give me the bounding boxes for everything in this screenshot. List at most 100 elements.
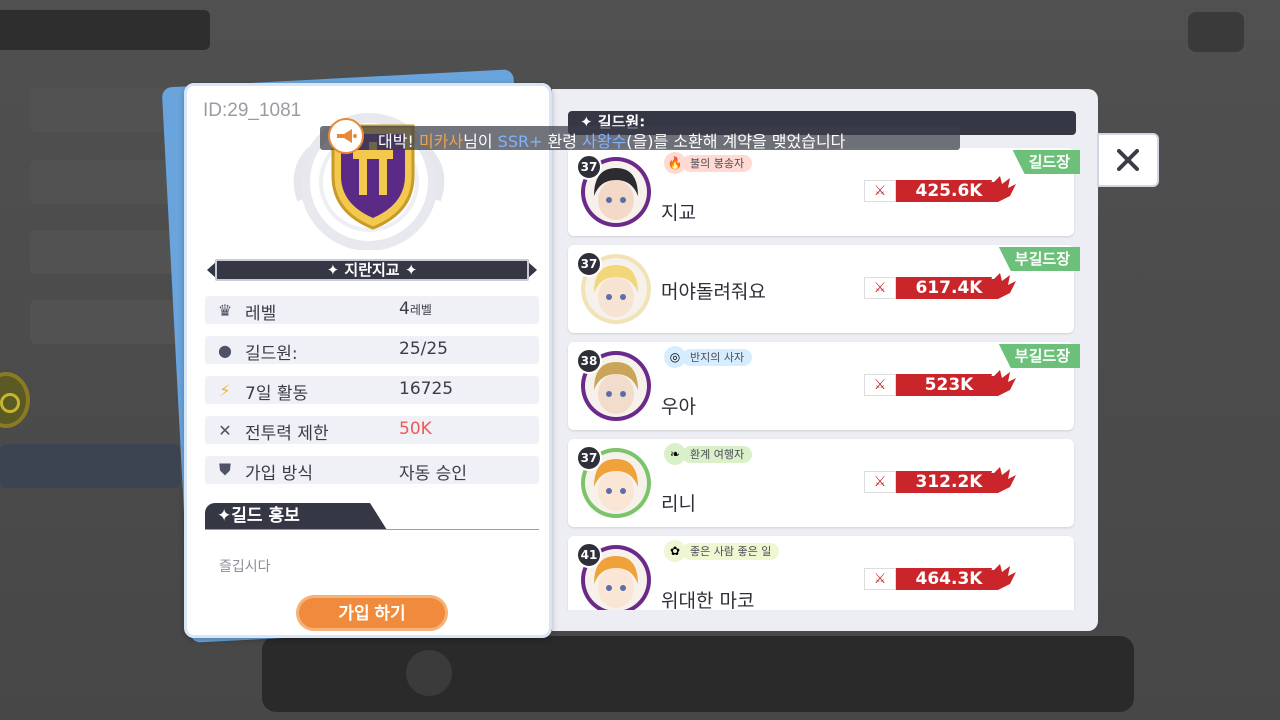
stat-value-text: 16725 [399,379,454,399]
member-role-tag: 길드장 [1012,150,1080,174]
promo-divider [205,529,539,530]
stat-value-text: 25/25 [399,339,448,359]
member-role-tag: 부길드장 [998,247,1080,271]
notify-player: 미카사 [418,132,464,151]
member-power-value: 617.4K [915,278,983,298]
member-level-badge: 37 [576,154,602,180]
guild-name: ✦ 지란지교 ✦ [215,259,529,281]
guild-info-card: ID:29_1081 ✦ 지란지교 ✦ ♛ 레벨 4레벨 ● 길드원: 25/25 ⚡ 7일 … [184,83,552,638]
member-name: 머야돌려줘요 [661,281,766,303]
member-power-value: 425.6K [915,181,983,201]
torch-icon: 🔥 [664,152,686,174]
background-top-right-button [1188,12,1244,52]
notify-prefix: 대박! [378,132,419,151]
notify-mid1: 님이 [463,132,498,151]
crossed-swords-icon: ⚔ [864,568,896,590]
promo-text: 즐깁시다 [219,559,271,575]
lightning-icon: ⚡ [219,380,231,400]
stat-value: 4레벨 [399,299,432,319]
notification-text: 대박! 미카사님이 SSR+ 환령 사왕수(을)를 소환해 계약을 맺었습니다 [378,128,845,152]
crossed-swords-icon: ⚔ [864,180,896,202]
member-title-text: 불의 봉송자 [682,154,753,172]
member-power: ⚔ 312.2K [864,465,1016,499]
sunflower-icon: ✿ [664,540,686,562]
member-title-text: 좋은 사람 좋은 일 [682,542,780,560]
member-level-badge: 37 [576,251,602,277]
close-icon [1117,149,1139,171]
crossed-swords-icon: ⚔ [864,374,896,396]
member-power: ⚔ 617.4K [864,271,1016,305]
stat-row: ● 길드원: 25/25 [205,336,539,364]
background-menu-item [30,300,180,344]
member-level-badge: 38 [576,348,602,374]
stat-value-suffix: 레벨 [409,303,432,317]
megaphone-icon [328,118,364,154]
stat-value: 자동 승인 [399,459,467,484]
member-name: 위대한 마코 [661,590,755,610]
crossed-swords-icon: ⚔ [864,471,896,493]
member-level-badge: 37 [576,445,602,471]
stat-row: ✕ 전투력 제한 50K [205,416,539,444]
stat-label: 전투력 제한 [245,424,329,444]
join-button[interactable]: 가입 하기 [296,595,448,631]
member-card[interactable]: 37 ❧ 환계 여행자리니 ⚔ 312.2K [568,439,1074,527]
member-title-badge: ❧ 환계 여행자 [664,443,753,465]
member-power: ⚔ 523K [864,368,1016,402]
member-card[interactable]: 38 ◎ 반지의 사자우아 ⚔ 523K 부길드장 [568,342,1080,430]
background-menu-item [30,88,180,132]
notify-rarity: SSR+ [497,132,543,151]
background-menu-item [30,230,180,274]
member-role-tag: 부길드장 [998,344,1080,368]
stat-row: ⚡ 7일 활동 16725 [205,376,539,404]
guild-name-text: 지란지교 [344,261,400,279]
member-title-badge: ✿ 좋은 사람 좋은 일 [664,540,780,562]
member-power-value: 523K [924,375,974,395]
close-button[interactable] [1097,133,1159,187]
promo-header: ✦길드 홍보 [205,503,539,531]
member-name: 우아 [661,396,696,418]
member-name: 지교 [661,202,696,224]
crossed-swords-icon: ✕ [218,420,232,440]
stat-row: ⛊ 가입 방식 자동 승인 [205,456,539,484]
stat-label: 길드원: [245,344,298,364]
stat-value: 25/25 [399,339,448,359]
stat-value: 50K [399,419,432,439]
member-card[interactable]: 37 머야돌려줘요 ⚔ 617.4K 부길드장 [568,245,1080,333]
crossed-swords-icon: ⚔ [864,277,896,299]
member-title-badge: 🔥 불의 봉송자 [664,152,753,174]
stat-label: 7일 활동 [245,384,309,404]
notify-spirit: 사왕수 [582,132,627,151]
stat-value-text: 4 [399,299,410,319]
leaf-icon: ❧ [664,443,686,465]
member-title-text: 환계 여행자 [682,445,753,463]
member-power-value: 464.3K [915,569,983,589]
member-card[interactable]: 37 🔥 불의 봉송자지교 ⚔ 425.6K 길드장 [568,148,1080,236]
shield-check-icon: ⛊ [218,460,231,479]
member-power-value: 312.2K [915,472,983,492]
stat-row: ♛ 레벨 4레벨 [205,296,539,324]
crown-icon: ♛ [217,300,233,320]
background-top-bar [0,10,210,50]
member-power: ⚔ 425.6K [864,174,1016,208]
background-menu-item-active [0,444,180,488]
promo-title: ✦길드 홍보 [205,503,387,530]
background-menu-item [30,160,180,204]
stat-label: 레벨 [245,304,277,324]
guild-name-banner: ✦ 지란지교 ✦ [205,257,539,283]
stat-value: 16725 [399,379,453,399]
stat-value-text: 자동 승인 [399,464,467,484]
notify-suffix: (을)를 소환해 계약을 맺었습니다 [626,132,846,151]
members-list[interactable]: 37 🔥 불의 봉송자지교 ⚔ 425.6K 길드장 37 머야돌려줘요 ⚔ 617.4K 부길드장… [552,140,1098,610]
ring-icon: ◎ [664,346,686,368]
background-bottom-icon [406,650,452,696]
stat-label: 가입 방식 [245,464,313,484]
member-title-badge: ◎ 반지의 사자 [664,346,753,368]
member-level-badge: 41 [576,542,602,568]
member-card[interactable]: 41 ✿ 좋은 사람 좋은 일위대한 마코 ⚔ 464.3K [568,536,1074,610]
notification-banner: 대박! 미카사님이 SSR+ 환령 사왕수(을)를 소환해 계약을 맺었습니다 [320,118,960,154]
member-name: 리니 [661,493,696,515]
person-icon: ● [218,340,232,360]
member-power: ⚔ 464.3K [864,562,1016,596]
member-title-text: 반지의 사자 [682,348,753,366]
stat-value-text: 50K [399,419,432,439]
